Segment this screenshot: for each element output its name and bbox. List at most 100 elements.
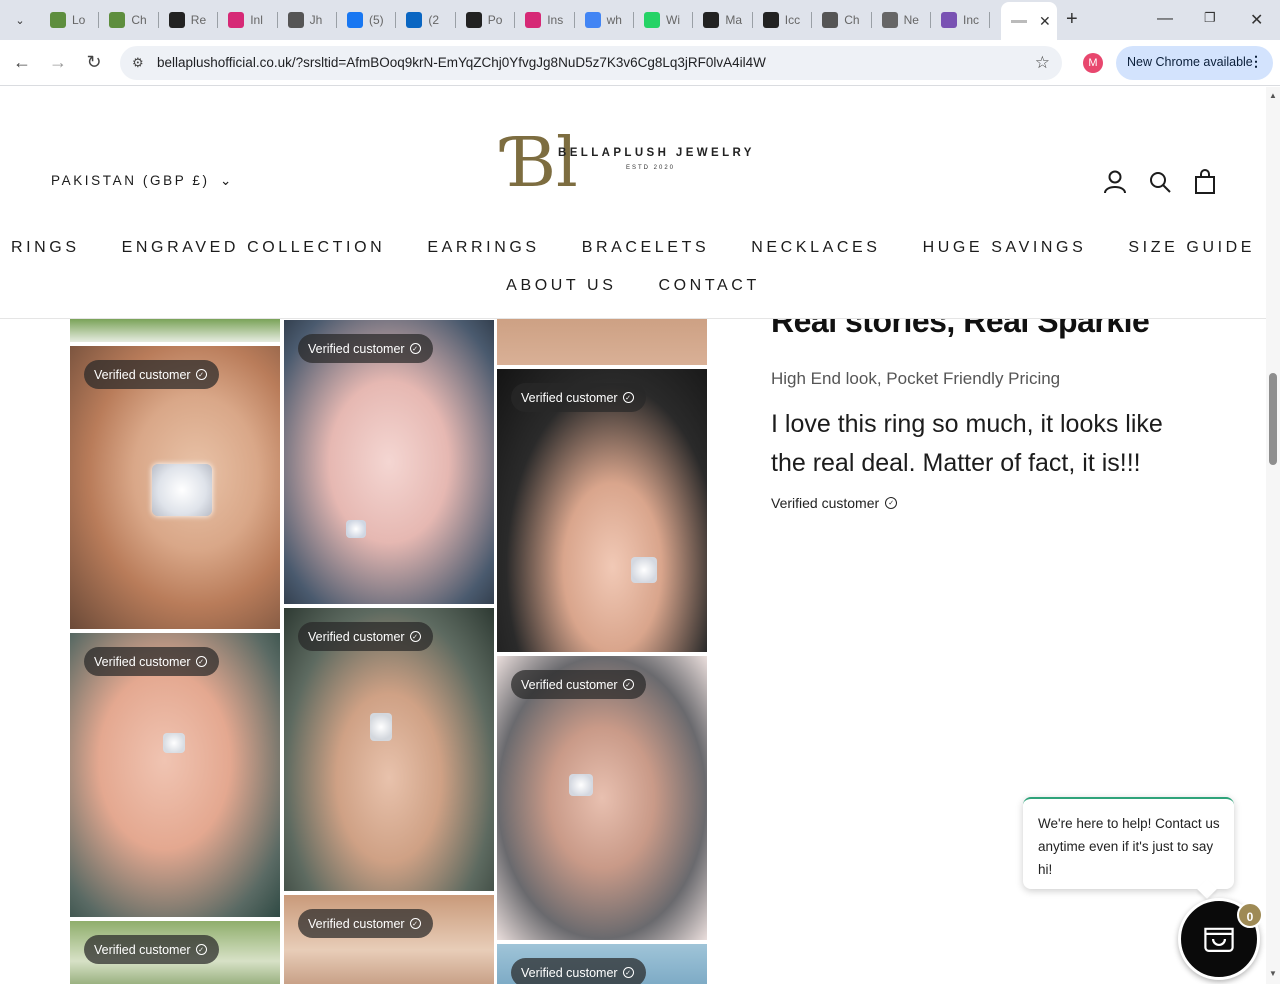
browser-tab-label: (5) <box>369 13 384 27</box>
customer-photo[interactable]: Verified customer ✓ <box>70 346 280 629</box>
customer-photo[interactable]: Verified customer ✓ <box>70 921 280 984</box>
tab-loading-icon <box>1011 19 1027 23</box>
minimize-icon[interactable]: — <box>1157 10 1173 28</box>
nav-item[interactable]: ABOUT US <box>485 275 637 297</box>
browser-tab[interactable]: wh <box>575 6 634 34</box>
browser-tab[interactable]: (2 <box>396 6 456 34</box>
country-selector[interactable]: PAKISTAN (GBP £) ⌄ <box>51 173 231 189</box>
forward-arrow-icon[interactable]: → <box>46 52 70 72</box>
check-circle-icon: ✓ <box>409 918 421 929</box>
verified-badge-label: Verified customer <box>521 965 618 980</box>
browser-tab-label: Icc <box>784 13 801 27</box>
shopping-basket-icon <box>1204 927 1234 953</box>
logo-monogram: Ɓl <box>506 124 578 203</box>
logo-estd: ESTD 2020 <box>626 165 676 171</box>
nav-item[interactable]: HUGE SAVINGS <box>902 237 1108 259</box>
nav-item[interactable]: ENGRAVED COLLECTION <box>101 237 407 259</box>
nav-item[interactable]: NECKLACES <box>730 237 901 259</box>
browser-tab-label: Re <box>190 13 207 27</box>
browser-tab[interactable]: Ch <box>99 6 159 34</box>
tab-search-chevron-icon[interactable]: ⌄ <box>8 8 32 32</box>
ring-stone-icon <box>569 774 593 796</box>
browser-tab[interactable]: Ins <box>515 6 575 34</box>
check-circle-icon: ✓ <box>409 631 421 642</box>
page-scrollbar[interactable]: ▲ ▼ <box>1266 87 1280 984</box>
browser-tab[interactable]: Ma <box>693 6 753 34</box>
whatsapp-icon <box>644 12 660 28</box>
customer-photo[interactable]: Verified customer ✓ <box>284 320 494 604</box>
browser-tab-label: Po <box>487 13 503 27</box>
ring-stone-icon <box>163 733 185 753</box>
gallery-column-1: Verified customer ✓ Verified customer ✓ Ve… <box>70 319 280 984</box>
ring-stone-icon <box>631 557 657 583</box>
active-tab[interactable]: ✕ <box>1001 2 1057 40</box>
site-info-icon[interactable]: ⚙ <box>132 55 148 71</box>
back-arrow-icon[interactable]: ← <box>10 52 34 72</box>
browser-toolbar: ← → ↻ ⚙ bellaplushofficial.co.uk/?srslti… <box>0 40 1280 86</box>
nav-item[interactable]: EARRINGS <box>406 237 560 259</box>
customer-photo[interactable]: Verified customer ✓ <box>497 369 707 652</box>
browser-tab[interactable]: Po <box>456 6 516 34</box>
review-author-label: Verified customer <box>771 495 880 511</box>
chrome-update-button[interactable]: New Chrome available ⋮ <box>1116 46 1273 80</box>
profile-avatar[interactable]: M <box>1083 53 1103 73</box>
search-icon[interactable] <box>1147 169 1173 195</box>
verified-badge: Verified customer ✓ <box>298 622 433 651</box>
browser-tab[interactable]: (5) <box>337 6 397 34</box>
customer-photo[interactable]: Verified customer ✓ <box>284 895 494 984</box>
openai-icon <box>465 12 482 28</box>
check-circle-icon: ✓ <box>622 967 634 978</box>
browser-tab[interactable]: Ne <box>872 6 931 34</box>
bootstrap-icon <box>941 12 957 28</box>
browser-tab[interactable]: Wi <box>634 6 694 34</box>
customer-photo[interactable] <box>70 319 280 342</box>
nav-item[interactable]: BRACELETS <box>561 237 731 259</box>
verified-badge: Verified customer ✓ <box>298 334 433 363</box>
browser-tab[interactable]: Ch <box>812 6 872 34</box>
account-icon[interactable] <box>1102 169 1128 195</box>
browser-tab-label: Jh <box>309 13 323 27</box>
site-header: PAKISTAN (GBP £) ⌄ Ɓl BELLAPLUSH JEWELRY… <box>0 87 1266 319</box>
address-bar[interactable]: ⚙ bellaplushofficial.co.uk/?srsltid=AfmB… <box>120 46 1062 80</box>
chrome-update-label: New Chrome available <box>1127 55 1253 69</box>
nav-item[interactable]: RINGS <box>0 237 101 259</box>
customer-photo[interactable]: Verified customer ✓ <box>497 944 707 984</box>
scroll-down-icon[interactable]: ▼ <box>1269 969 1277 978</box>
customer-photo[interactable] <box>497 319 707 365</box>
nav-item[interactable]: SIZE GUIDE <box>1107 237 1276 259</box>
new-tab-button[interactable]: + <box>1066 9 1078 29</box>
tab-close-icon[interactable]: ✕ <box>1039 13 1051 30</box>
chrome-menu-icon[interactable]: ⋮ <box>1249 53 1263 70</box>
browser-tab[interactable]: Icc <box>753 6 813 34</box>
browser-tab[interactable]: Jh <box>278 6 337 34</box>
site-logo[interactable]: Ɓl BELLAPLUSH JEWELRY ESTD 2020 <box>506 125 756 207</box>
check-circle-icon: ✓ <box>195 656 207 667</box>
customer-photo[interactable]: Verified customer ✓ <box>70 633 280 917</box>
customer-photo[interactable]: Verified customer ✓ <box>284 608 494 891</box>
customer-photo[interactable]: Verified customer ✓ <box>497 656 707 940</box>
verified-badge-label: Verified customer <box>308 341 405 356</box>
bookmark-star-icon[interactable]: ☆ <box>1035 53 1050 73</box>
browser-tab[interactable]: Inl <box>218 6 278 34</box>
browser-tab[interactable]: Re <box>159 6 219 34</box>
ring-stone-icon <box>370 713 392 741</box>
cart-bag-icon[interactable] <box>1192 169 1218 195</box>
cart-count-badge: 0 <box>1237 902 1263 928</box>
review-author: Verified customer ✓ <box>771 495 898 511</box>
instagram-icon <box>525 12 542 28</box>
browser-tab[interactable]: Inc <box>931 6 991 34</box>
close-window-icon[interactable]: ✕ <box>1250 10 1263 30</box>
url-text[interactable]: bellaplushofficial.co.uk/?srsltid=AfmBOo… <box>157 55 766 70</box>
scrollbar-thumb[interactable] <box>1269 373 1277 465</box>
linkedin-icon <box>406 12 423 28</box>
scroll-up-icon[interactable]: ▲ <box>1269 91 1277 100</box>
nav-item[interactable]: CONTACT <box>637 275 780 297</box>
shopify-icon <box>109 12 126 28</box>
chat-greeting-bubble[interactable]: We're here to help! Contact us anytime e… <box>1023 797 1234 889</box>
reload-icon[interactable]: ↻ <box>82 52 106 72</box>
restore-icon[interactable]: ❐ <box>1204 10 1216 26</box>
review-subtitle: High End look, Pocket Friendly Pricing <box>771 369 1061 388</box>
verified-badge-label: Verified customer <box>94 654 191 669</box>
verified-badge-label: Verified customer <box>521 677 618 692</box>
browser-tab[interactable]: Lo <box>40 6 100 34</box>
